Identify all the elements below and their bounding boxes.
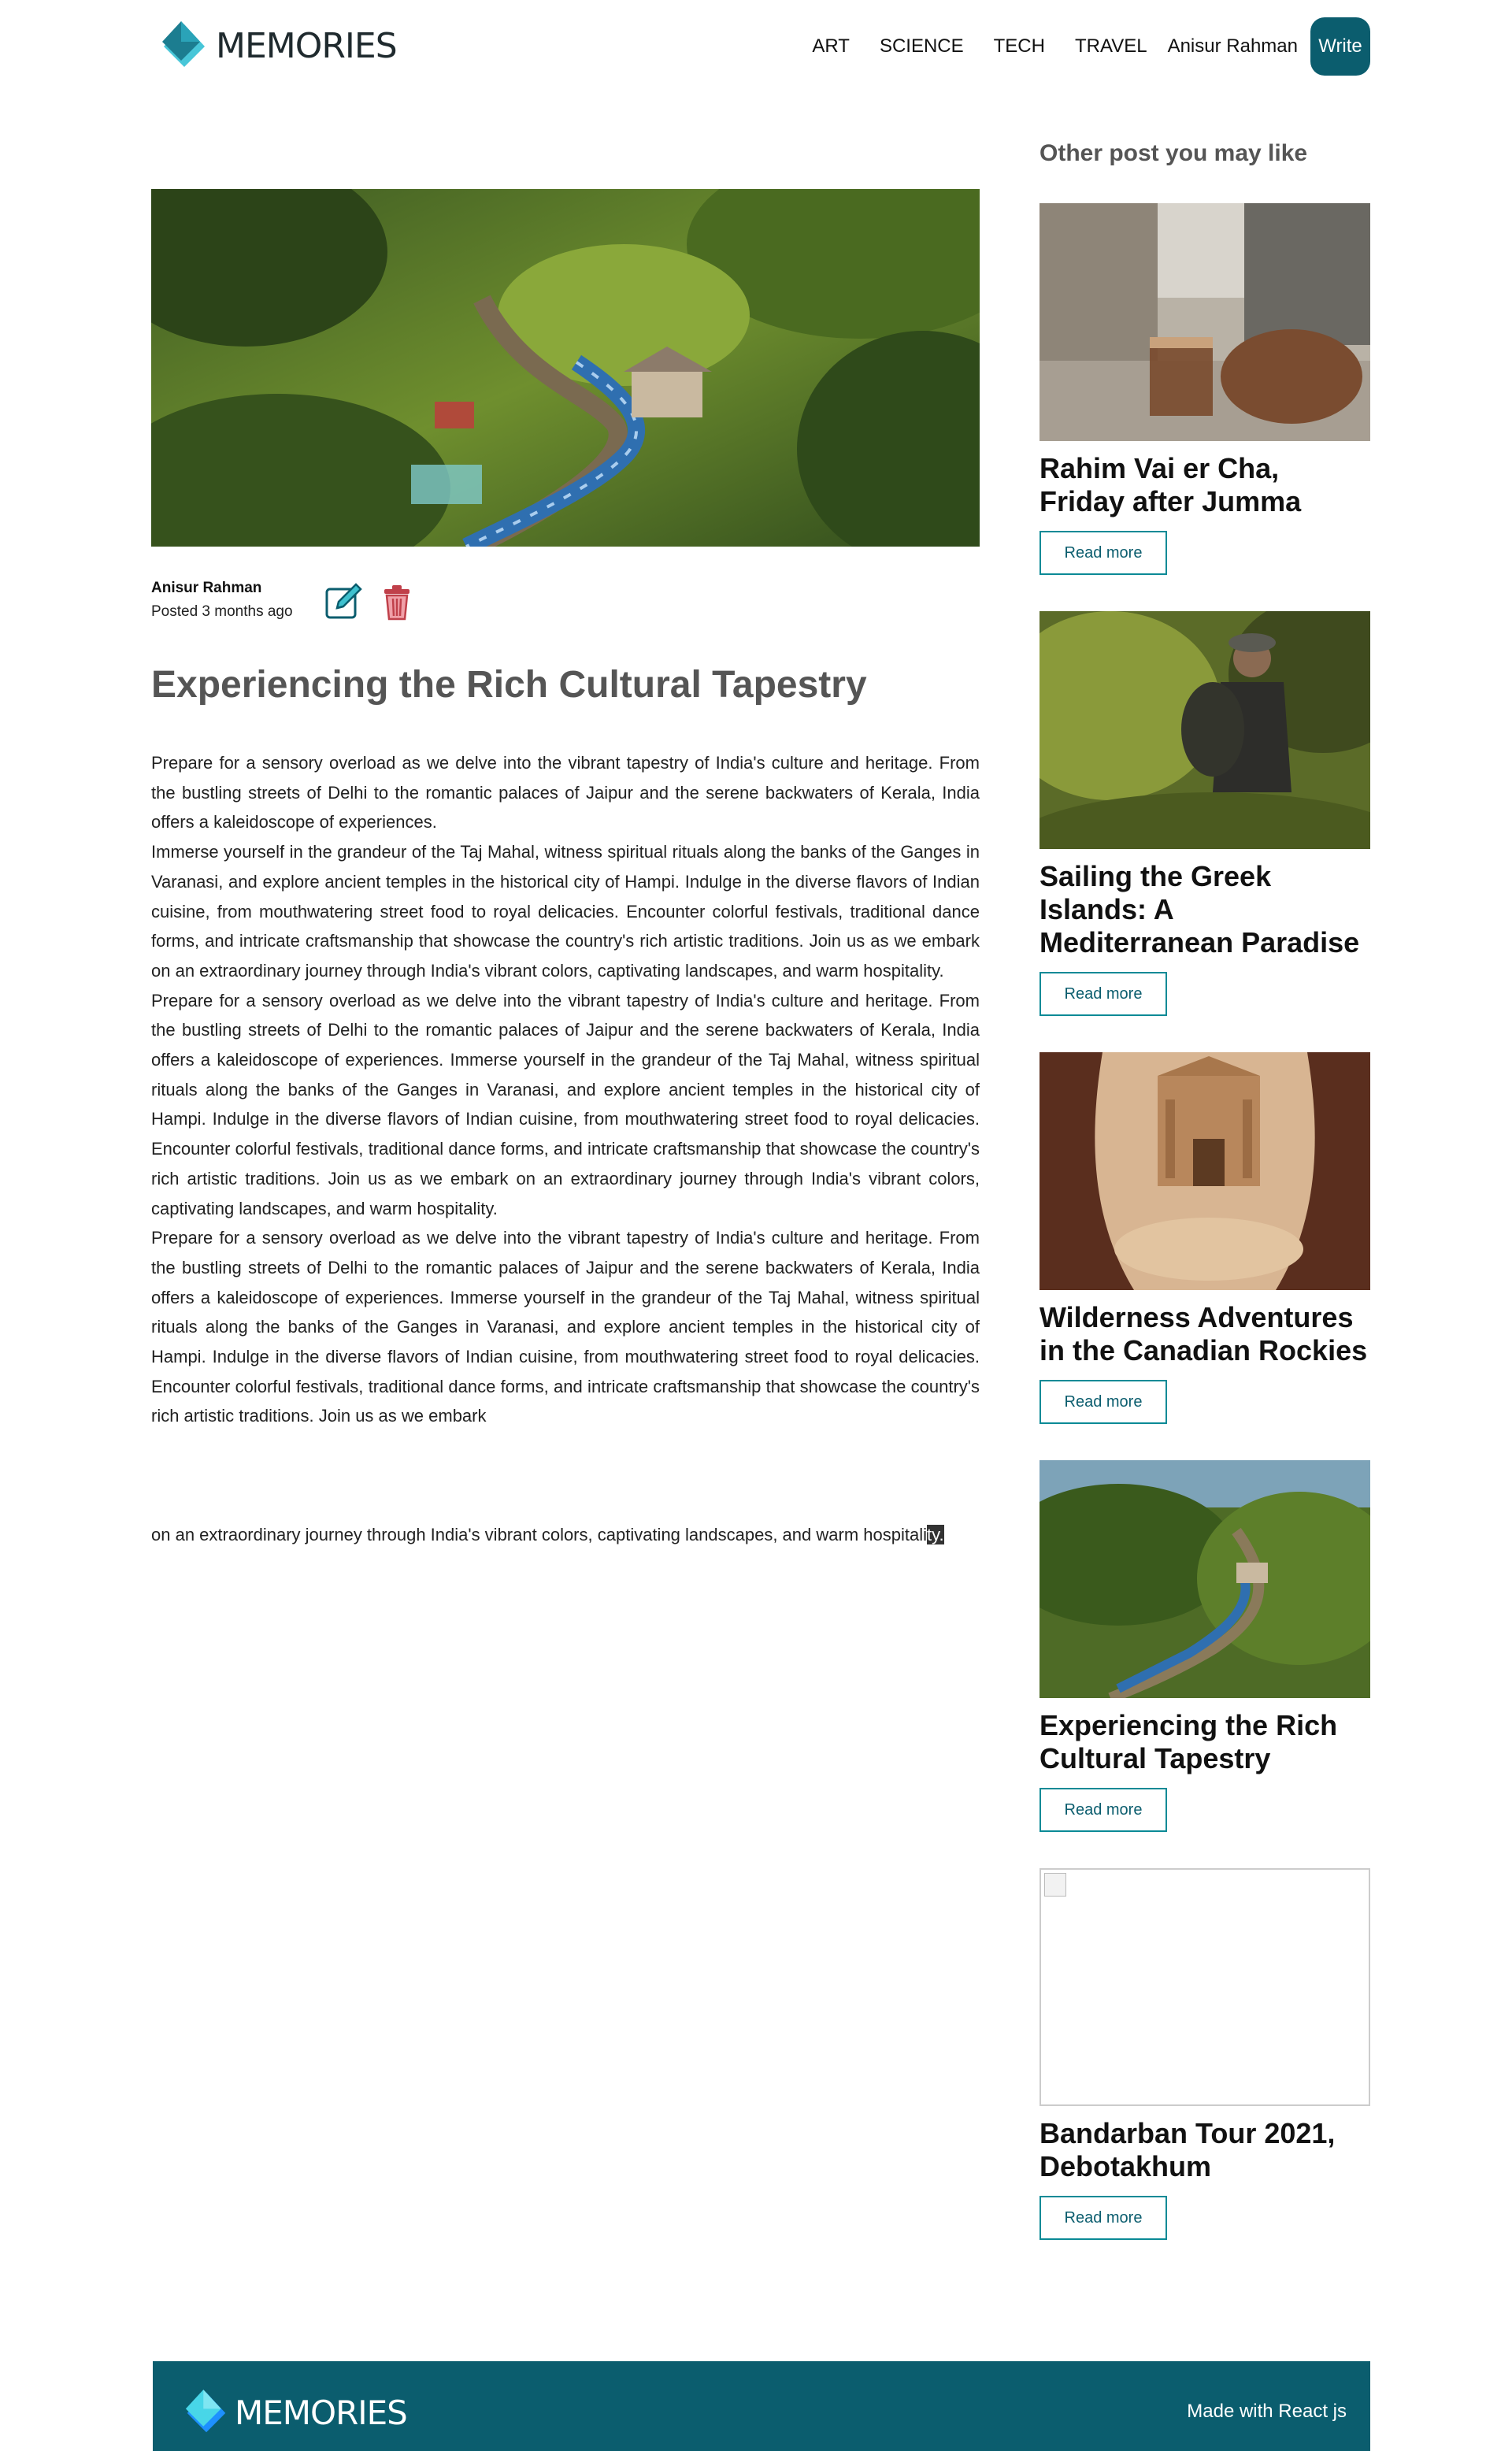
- broken-image-placeholder[interactable]: [1040, 1868, 1370, 2106]
- related-post-card: Experiencing the Rich Cultural Tapestry …: [1040, 1460, 1370, 1832]
- footer-logo[interactable]: MEMORIES: [184, 2385, 408, 2440]
- card-title[interactable]: Rahim Vai er Cha, Friday after Jumma: [1040, 452, 1370, 518]
- post-date: Posted 3 months ago: [151, 603, 293, 620]
- diamond-logo-icon: [185, 2390, 226, 2433]
- write-button[interactable]: Write: [1310, 17, 1370, 76]
- related-post-card: Bandarban Tour 2021, Debotakhum Read mor…: [1040, 1868, 1370, 2240]
- related-post-card: Rahim Vai er Cha, Friday after Jumma Rea…: [1040, 203, 1370, 575]
- post-thumbnail[interactable]: [1040, 1052, 1370, 1290]
- selected-text: ty.: [926, 1525, 944, 1545]
- read-more-button[interactable]: Read more: [1040, 1788, 1167, 1832]
- card-title[interactable]: Experiencing the Rich Cultural Tapestry: [1040, 1709, 1370, 1775]
- read-more-button[interactable]: Read more: [1040, 2196, 1167, 2240]
- post-paragraph-tail: on an extraordinary journey through Indi…: [151, 1520, 980, 1550]
- post-paragraph: Immerse yourself in the grandeur of the …: [151, 842, 980, 981]
- post-paragraph: Prepare for a sensory overload as we del…: [151, 990, 980, 1218]
- train-landscape-image: [151, 189, 980, 547]
- main-nav: ART SCIENCE TECH TRAVEL Anisur Rahman Wr…: [782, 17, 1370, 76]
- post-paragraph: Prepare for a sensory overload as we del…: [151, 1228, 980, 1426]
- hiker-image: [1040, 611, 1370, 849]
- nav-travel[interactable]: TRAVEL: [1075, 35, 1147, 57]
- post-paragraph: Prepare for a sensory overload as we del…: [151, 753, 980, 832]
- logo-text: MEMORIES: [216, 25, 398, 66]
- site-logo[interactable]: MEMORIES: [161, 14, 398, 77]
- tea-cup-image: [1040, 203, 1370, 441]
- post-body: Prepare for a sensory overload as we del…: [151, 748, 980, 1550]
- delete-icon[interactable]: [381, 583, 413, 622]
- site-footer: MEMORIES Made with React js: [153, 2361, 1370, 2451]
- post-title: Experiencing the Rich Cultural Tapestry: [151, 664, 867, 706]
- site-header: MEMORIES ART SCIENCE TECH TRAVEL Anisur …: [0, 0, 1512, 95]
- user-name[interactable]: Anisur Rahman: [1168, 35, 1298, 57]
- card-title[interactable]: Bandarban Tour 2021, Debotakhum: [1040, 2117, 1370, 2183]
- diamond-logo-icon: [162, 21, 205, 67]
- made-with-text: Made with React js: [1187, 2401, 1347, 2422]
- related-post-card: Wilderness Adventures in the Canadian Ro…: [1040, 1052, 1370, 1424]
- sidebar-heading: Other post you may like: [1040, 140, 1308, 166]
- related-post-card: Sailing the Greek Islands: A Mediterrane…: [1040, 611, 1370, 1016]
- nav-tech[interactable]: TECH: [994, 35, 1045, 57]
- post-thumbnail[interactable]: [1040, 611, 1370, 849]
- train-landscape-image: [1040, 1460, 1370, 1698]
- petra-canyon-image: [1040, 1052, 1370, 1290]
- post-thumbnail[interactable]: [1040, 1460, 1370, 1698]
- read-more-button[interactable]: Read more: [1040, 531, 1167, 575]
- post-meta: Anisur Rahman Posted 3 months ago: [151, 580, 482, 627]
- broken-image-icon: [1044, 1873, 1066, 1897]
- nav-science[interactable]: SCIENCE: [880, 35, 964, 57]
- read-more-button[interactable]: Read more: [1040, 1380, 1167, 1424]
- post-hero-image: [151, 189, 980, 547]
- edit-icon[interactable]: [324, 581, 364, 621]
- nav-art[interactable]: ART: [812, 35, 850, 57]
- card-title[interactable]: Sailing the Greek Islands: A Mediterrane…: [1040, 860, 1370, 959]
- footer-logo-text: MEMORIES: [235, 2393, 408, 2432]
- card-title[interactable]: Wilderness Adventures in the Canadian Ro…: [1040, 1301, 1370, 1367]
- post-author: Anisur Rahman: [151, 580, 262, 596]
- read-more-button[interactable]: Read more: [1040, 972, 1167, 1016]
- post-thumbnail[interactable]: [1040, 203, 1370, 441]
- tail-text: on an extraordinary journey through Indi…: [151, 1525, 927, 1545]
